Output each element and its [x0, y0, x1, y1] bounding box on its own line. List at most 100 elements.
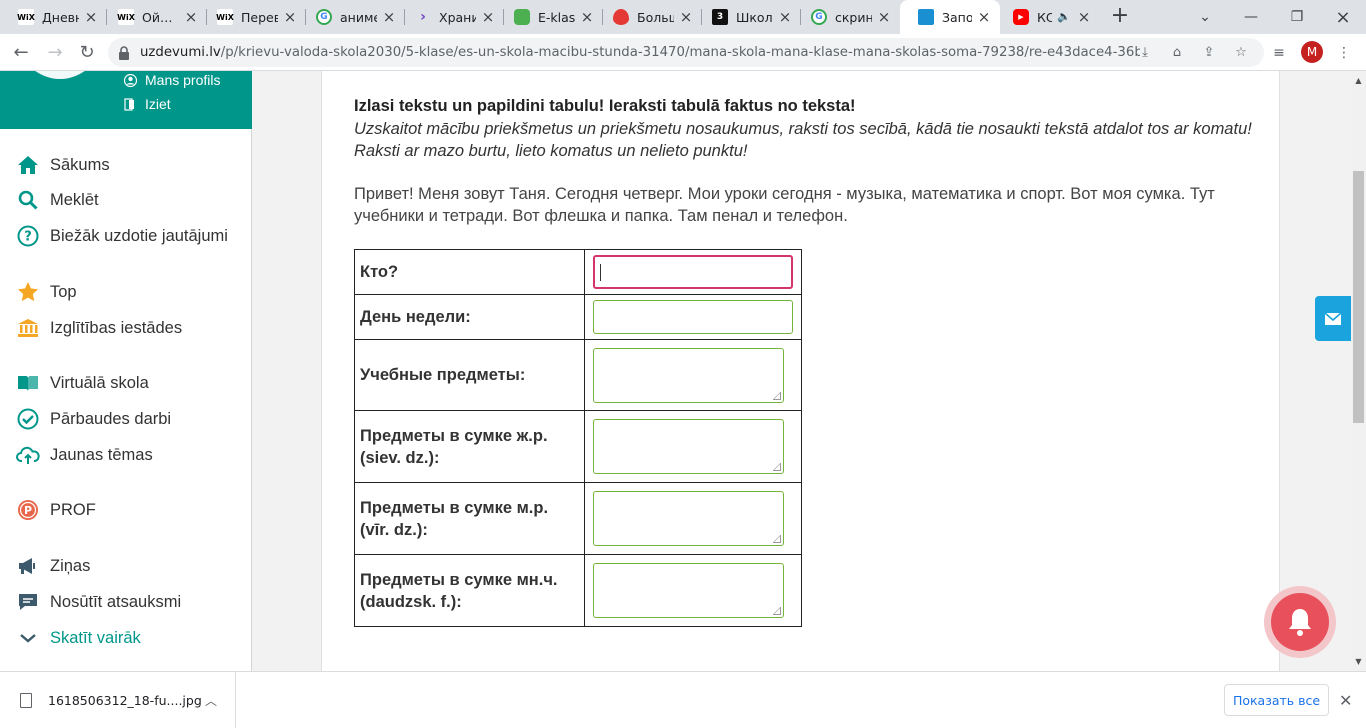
- close-tab-icon[interactable]: ×: [777, 9, 793, 25]
- browser-toolbar: ← → ↻ uzdevumi.lv/p/krievu-valoda-skola2…: [0, 34, 1366, 71]
- tab-strip: WiX Дневн × WiX Ой… × WiX Перев × G аним…: [0, 0, 1366, 34]
- close-icon[interactable]: ✕: [1339, 691, 1352, 710]
- download-icon[interactable]: ⤓: [1136, 44, 1154, 62]
- scroll-down-icon[interactable]: ▼: [1351, 654, 1366, 669]
- exit-icon: [124, 97, 137, 111]
- task-content: Izlasi tekstu un papildini tabulu! Ierak…: [321, 71, 1280, 671]
- close-tab-icon[interactable]: ×: [678, 9, 694, 25]
- close-tab-icon[interactable]: ×: [381, 9, 397, 25]
- close-tab-icon[interactable]: ×: [83, 9, 99, 25]
- masculine-items-textarea[interactable]: [593, 491, 784, 546]
- address-bar[interactable]: uzdevumi.lv/p/krievu-valoda-skola2030/5-…: [108, 38, 1264, 67]
- browser-tab[interactable]: WiX Дневн ×: [0, 0, 107, 34]
- avatar[interactable]: [18, 71, 102, 79]
- sidebar-link-logout[interactable]: Iziet: [124, 96, 171, 112]
- sidebar-item-virtual-school[interactable]: Virtuālā skola: [16, 370, 149, 396]
- feminine-items-textarea[interactable]: [593, 419, 784, 474]
- prof-icon: P: [16, 498, 40, 522]
- flame-icon: [613, 9, 629, 25]
- close-window-icon[interactable]: ×: [1320, 0, 1366, 34]
- reading-list-icon[interactable]: ≡: [1269, 43, 1289, 63]
- download-item[interactable]: 1618506312_18-fu....jpg ︿: [0, 672, 236, 728]
- browser-tab[interactable]: 3 Школ ×: [694, 0, 801, 34]
- close-tab-icon[interactable]: ×: [183, 9, 199, 25]
- contact-mail-button[interactable]: [1315, 296, 1351, 341]
- close-tab-icon[interactable]: ×: [876, 9, 892, 25]
- restore-icon[interactable]: ❐: [1274, 0, 1320, 34]
- sidebar-item-institutions[interactable]: Izglītības iestādes: [16, 315, 182, 341]
- uzdevumi-icon: [918, 9, 934, 25]
- sidebar-item-see-more[interactable]: Skatīt vairāk: [16, 625, 141, 651]
- browser-tab[interactable]: ▶ КС 🔈 ×: [995, 0, 1100, 34]
- google-icon: G: [811, 9, 827, 25]
- sidebar-link-profile[interactable]: Mans profils: [123, 72, 220, 88]
- feedback-icon: [16, 590, 40, 614]
- notification-bell-button[interactable]: [1264, 586, 1336, 658]
- forward-button[interactable]: →: [42, 40, 68, 66]
- reading-text: Привет! Меня зовут Таня. Сегодня четверг…: [354, 185, 1215, 225]
- browser-tab[interactable]: › Храни ×: [397, 0, 504, 34]
- svg-text:?: ?: [24, 230, 32, 245]
- star-icon: [16, 280, 40, 304]
- profile-avatar[interactable]: M: [1301, 41, 1323, 63]
- subjects-textarea[interactable]: [593, 347, 784, 403]
- sidebar-item-news[interactable]: Ziņas: [16, 553, 90, 579]
- chevron-up-icon[interactable]: ︿: [205, 692, 217, 709]
- sidebar-item-feedback[interactable]: Nosūtīt atsauksmi: [16, 589, 181, 615]
- close-tab-icon[interactable]: ×: [976, 9, 992, 25]
- youtube-icon: ▶: [1013, 9, 1029, 25]
- mail-icon: [1324, 311, 1342, 325]
- sidebar-item-home[interactable]: Sākums: [16, 152, 110, 178]
- close-tab-icon[interactable]: ×: [282, 9, 298, 25]
- minimize-icon[interactable]: —: [1228, 0, 1274, 34]
- table-row: Предметы в сумке мн.ч. (daudzsk. f.):: [354, 554, 802, 627]
- sidebar-item-tests[interactable]: Pārbaudes darbi: [16, 406, 171, 432]
- download-bar: 1618506312_18-fu....jpg ︿ Показать все ✕: [0, 671, 1366, 728]
- bell-icon: [1289, 609, 1311, 636]
- close-tab-icon[interactable]: ×: [1076, 9, 1092, 25]
- sidebar-item-new-topics[interactable]: Jaunas tēmas: [16, 442, 153, 468]
- lock-icon[interactable]: [118, 45, 132, 60]
- close-tab-icon[interactable]: ×: [480, 9, 496, 25]
- home-icon: [16, 153, 40, 177]
- browser-tab[interactable]: WiX Перев ×: [199, 0, 306, 34]
- sidebar-item-top[interactable]: Top: [16, 279, 77, 305]
- url-text: uzdevumi.lv/p/krievu-valoda-skola2030/5-…: [140, 45, 1140, 60]
- weekday-input[interactable]: [593, 300, 793, 334]
- who-input[interactable]: [593, 255, 793, 289]
- sidebar: Mans profils Iziet Sākums Meklēt ? Biežā…: [0, 71, 252, 671]
- table-row: Учебные предметы:: [354, 339, 802, 411]
- show-all-downloads-button[interactable]: Показать все: [1224, 684, 1329, 716]
- scroll-up-icon[interactable]: ▲: [1351, 73, 1366, 88]
- browser-tab[interactable]: Больш ×: [595, 0, 702, 34]
- page-scrollbar[interactable]: ▲ ▼: [1351, 71, 1366, 671]
- browser-tab[interactable]: G аниме ×: [298, 0, 405, 34]
- sidebar-item-prof[interactable]: P PROF: [16, 497, 96, 523]
- translate-icon[interactable]: ⌂: [1168, 44, 1186, 62]
- close-tab-icon[interactable]: ×: [579, 9, 595, 25]
- browser-tab[interactable]: G скрин ×: [793, 0, 900, 34]
- share-icon[interactable]: ⇪: [1200, 44, 1218, 62]
- browser-tab[interactable]: WiX Ой… ×: [100, 0, 207, 34]
- new-tab-button[interactable]: +: [1108, 5, 1132, 29]
- speaker-icon[interactable]: 🔈: [1056, 9, 1072, 25]
- row-label: Учебные предметы:: [354, 339, 585, 411]
- question-icon: ?: [16, 224, 40, 248]
- google-icon: G: [316, 9, 332, 25]
- tab-search-icon[interactable]: ⌄: [1182, 0, 1228, 34]
- wix-icon: WiX: [216, 9, 234, 25]
- answer-table: Кто? День недели: Учебные предметы: Пред…: [354, 249, 802, 627]
- eklase-icon: [514, 9, 530, 25]
- table-row: Предметы в сумке ж.р. (siev. dz.):: [354, 410, 802, 483]
- scroll-thumb[interactable]: [1353, 171, 1364, 423]
- browser-tab[interactable]: E-klase ×: [496, 0, 603, 34]
- plural-items-textarea[interactable]: [593, 563, 784, 618]
- sidebar-item-faq[interactable]: ? Biežāk uzdotie jautājumi: [16, 223, 228, 249]
- reload-button[interactable]: ↻: [74, 40, 100, 66]
- back-button[interactable]: ←: [8, 40, 34, 66]
- browser-tab-active[interactable]: Запол ×: [900, 0, 1000, 34]
- bookmark-star-icon[interactable]: ☆: [1232, 44, 1250, 62]
- sidebar-item-search[interactable]: Meklēt: [16, 187, 99, 213]
- menu-icon[interactable]: ⋮: [1334, 43, 1354, 63]
- task-instruction: Uzskaitot mācību priekšmetus un priekšme…: [354, 120, 1252, 160]
